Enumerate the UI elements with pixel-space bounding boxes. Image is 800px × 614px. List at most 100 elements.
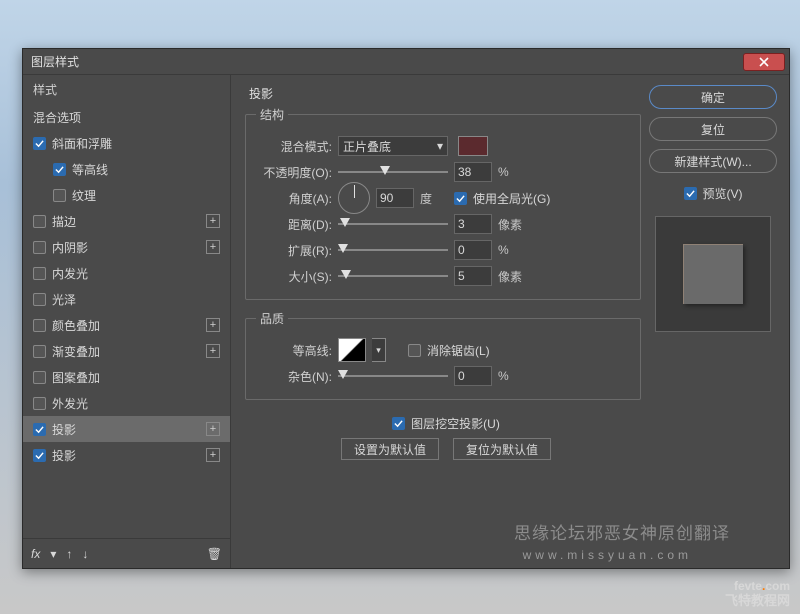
contour-dropdown[interactable]: ▾ xyxy=(372,338,386,362)
style-item-label: 投影 xyxy=(52,421,76,438)
style-checkbox[interactable] xyxy=(33,319,46,332)
angle-field[interactable]: 90 xyxy=(376,188,414,208)
style-item-内阴影[interactable]: 内阴影 + xyxy=(23,234,230,260)
style-item-内发光[interactable]: 内发光 xyxy=(23,260,230,286)
style-item-label: 等高线 xyxy=(72,161,108,178)
make-default-button[interactable]: 设置为默认值 xyxy=(341,438,439,460)
style-checkbox[interactable] xyxy=(33,241,46,254)
noise-label: 杂色(N): xyxy=(256,368,332,385)
arrow-down-icon[interactable]: ↓ xyxy=(82,547,88,561)
blend-mode-select[interactable]: 正片叠底 ▾ xyxy=(338,136,448,156)
distance-label: 距离(D): xyxy=(256,216,332,233)
style-item-label: 渐变叠加 xyxy=(52,343,100,360)
knockout-label: 图层挖空投影(U) xyxy=(411,415,500,432)
style-checkbox[interactable] xyxy=(53,189,66,202)
style-item-label: 斜面和浮雕 xyxy=(52,135,112,152)
add-effect-icon[interactable]: + xyxy=(206,214,220,228)
style-checkbox[interactable] xyxy=(33,449,46,462)
spread-field[interactable]: 0 xyxy=(454,240,492,260)
opacity-slider[interactable] xyxy=(338,164,448,180)
noise-slider[interactable] xyxy=(338,368,448,384)
style-checkbox[interactable] xyxy=(53,163,66,176)
chevron-icon[interactable]: ▾ xyxy=(50,547,56,561)
style-checkbox[interactable] xyxy=(33,397,46,410)
reset-default-button[interactable]: 复位为默认值 xyxy=(453,438,551,460)
style-checkbox[interactable] xyxy=(33,267,46,280)
angle-label: 角度(A): xyxy=(256,190,332,207)
opacity-field[interactable]: 38 xyxy=(454,162,492,182)
contour-label: 等高线: xyxy=(256,342,332,359)
distance-field[interactable]: 3 xyxy=(454,214,492,234)
style-checkbox[interactable] xyxy=(33,293,46,306)
section-title: 投影 xyxy=(249,85,649,102)
settings-panel: 投影 结构 混合模式: 正片叠底 ▾ 不透明度(O): 3 xyxy=(243,83,649,560)
right-column: 确定 复位 新建样式(W)... 预览(V) xyxy=(649,83,777,560)
reset-button[interactable]: 复位 xyxy=(649,117,777,141)
noise-field[interactable]: 0 xyxy=(454,366,492,386)
blend-options[interactable]: 混合选项 xyxy=(23,104,230,130)
styles-sidebar: 样式 混合选项 斜面和浮雕等高线纹理描边+ 内阴影 + 内发光光泽颜色叠加+ 渐变叠加 +… xyxy=(23,75,231,568)
style-checkbox[interactable] xyxy=(33,371,46,384)
contour-picker[interactable] xyxy=(338,338,366,362)
chevron-down-icon: ▾ xyxy=(437,139,443,153)
style-item-纹理[interactable]: 纹理 xyxy=(23,182,230,208)
knockout-checkbox[interactable] xyxy=(392,417,405,430)
color-swatch[interactable] xyxy=(458,136,488,156)
quality-legend: 品质 xyxy=(256,310,288,327)
add-effect-icon[interactable]: + xyxy=(206,448,220,462)
distance-slider[interactable] xyxy=(338,216,448,232)
ok-button[interactable]: 确定 xyxy=(649,85,777,109)
style-item-label: 内阴影 xyxy=(52,239,88,256)
add-effect-icon[interactable]: + xyxy=(206,240,220,254)
global-light-checkbox[interactable] xyxy=(454,192,467,205)
preview-box xyxy=(655,216,771,332)
arrow-up-icon[interactable]: ↑ xyxy=(66,547,72,561)
size-slider[interactable] xyxy=(338,268,448,284)
quality-group: 品质 等高线: ▾ 消除锯齿(L) 杂色(N): 0 % xyxy=(245,310,641,400)
style-item-斜面和浮雕[interactable]: 斜面和浮雕 xyxy=(23,130,230,156)
styles-header: 样式 xyxy=(23,75,230,104)
close-icon xyxy=(759,57,769,67)
style-item-图案叠加[interactable]: 图案叠加 xyxy=(23,364,230,390)
style-item-投影[interactable]: 投影 + xyxy=(23,416,230,442)
style-checkbox[interactable] xyxy=(33,215,46,228)
style-item-等高线[interactable]: 等高线 xyxy=(23,156,230,182)
style-item-label: 外发光 xyxy=(52,395,88,412)
style-item-外发光[interactable]: 外发光 xyxy=(23,390,230,416)
style-item-label: 纹理 xyxy=(72,187,96,204)
style-checkbox[interactable] xyxy=(33,345,46,358)
size-field[interactable]: 5 xyxy=(454,266,492,286)
spread-label: 扩展(R): xyxy=(256,242,332,259)
preview-checkbox[interactable] xyxy=(684,187,697,200)
style-checkbox[interactable] xyxy=(33,423,46,436)
style-item-投影[interactable]: 投影 + xyxy=(23,442,230,468)
add-effect-icon[interactable]: + xyxy=(206,422,220,436)
style-item-描边[interactable]: 描边+ xyxy=(23,208,230,234)
sidebar-footer: fx ▾ ↑ ↓ 🗑 xyxy=(23,538,230,568)
style-checkbox[interactable] xyxy=(33,137,46,150)
new-style-button[interactable]: 新建样式(W)... xyxy=(649,149,777,173)
blend-mode-label: 混合模式: xyxy=(256,138,332,155)
structure-legend: 结构 xyxy=(256,106,288,123)
spread-slider[interactable] xyxy=(338,242,448,258)
fx-label[interactable]: fx xyxy=(31,547,40,561)
chevron-down-icon: ▾ xyxy=(376,345,381,356)
style-item-label: 投影 xyxy=(52,447,76,464)
size-label: 大小(S): xyxy=(256,268,332,285)
antialias-checkbox[interactable] xyxy=(408,344,421,357)
angle-dial[interactable] xyxy=(338,182,370,214)
window-title: 图层样式 xyxy=(31,53,79,70)
style-item-label: 光泽 xyxy=(52,291,76,308)
preview-swatch xyxy=(683,244,743,304)
style-item-渐变叠加[interactable]: 渐变叠加 + xyxy=(23,338,230,364)
trash-icon[interactable]: 🗑 xyxy=(207,547,222,561)
antialias-label: 消除锯齿(L) xyxy=(427,342,490,359)
opacity-label: 不透明度(O): xyxy=(256,164,332,181)
titlebar[interactable]: 图层样式 xyxy=(23,49,789,75)
close-button[interactable] xyxy=(743,53,785,71)
add-effect-icon[interactable]: + xyxy=(206,344,220,358)
add-effect-icon[interactable]: + xyxy=(206,318,220,332)
style-item-光泽[interactable]: 光泽 xyxy=(23,286,230,312)
structure-group: 结构 混合模式: 正片叠底 ▾ 不透明度(O): 38 % xyxy=(245,106,641,300)
style-item-颜色叠加[interactable]: 颜色叠加+ xyxy=(23,312,230,338)
